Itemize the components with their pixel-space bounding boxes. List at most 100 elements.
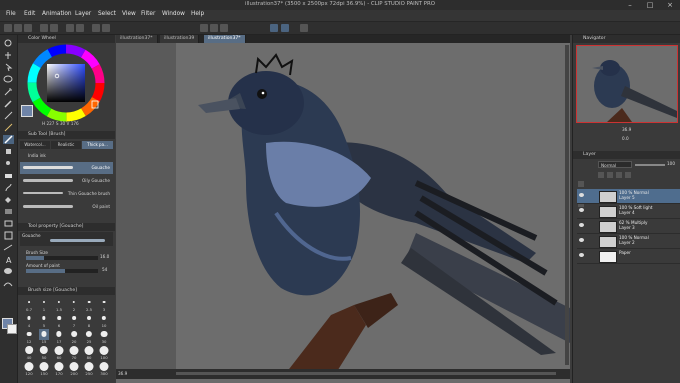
tab-thick-paint[interactable]: Thick pa... (82, 141, 113, 149)
open-file-icon[interactable] (14, 24, 22, 32)
undo-icon[interactable] (40, 24, 48, 32)
zoom-readout[interactable]: 36.9 (118, 371, 127, 376)
artwork-canvas[interactable] (116, 43, 570, 373)
layer-row[interactable]: 100 % Soft light Layer 4 (577, 204, 680, 219)
brush-size-option[interactable]: 2 (69, 297, 79, 312)
brush-size-option[interactable]: 60 (54, 345, 64, 360)
tab-illustration37-active[interactable]: illustration37* (204, 35, 246, 43)
pencil-tool-icon[interactable] (3, 123, 14, 132)
color-wheel[interactable] (26, 43, 106, 123)
redo-icon[interactable] (50, 24, 58, 32)
navigator-angle-value[interactable]: 0.0 (622, 136, 629, 141)
brush-size-option[interactable]: 6 (54, 313, 64, 328)
gradient-tool-icon[interactable] (3, 207, 14, 216)
new-file-icon[interactable] (4, 24, 12, 32)
horizontal-scrollbar[interactable] (176, 372, 556, 375)
brush-size-option[interactable]: 4 (24, 313, 34, 328)
tool-property-header[interactable]: Tool property [Gouache] (18, 223, 115, 231)
brush-size-option[interactable]: 2.5 (84, 297, 94, 312)
tab-illustration37[interactable]: illustration37* (116, 35, 158, 43)
brush-size-slider[interactable] (26, 256, 98, 260)
tab-layer[interactable]: Layer (583, 152, 596, 157)
tab-watercolor[interactable]: Watercol... (20, 141, 50, 149)
navigator-header[interactable]: Navigator (573, 35, 680, 43)
menu-select[interactable]: Select (98, 11, 116, 17)
zoom-tool-icon[interactable] (3, 39, 14, 48)
brush-size-option[interactable]: 250 (84, 361, 94, 376)
brush-size-option[interactable]: 80 (84, 345, 94, 360)
text-tool-icon[interactable]: A (3, 255, 14, 265)
menu-filter[interactable]: Filter (141, 11, 155, 17)
airbrush-tool-icon[interactable] (3, 147, 14, 156)
visibility-eye-icon[interactable] (579, 193, 584, 197)
clear-icon[interactable] (66, 24, 74, 32)
brush-size-option[interactable]: 7 (69, 313, 79, 328)
correct-line-tool-icon[interactable] (3, 279, 14, 288)
brush-size-option[interactable]: 50 (39, 345, 49, 360)
move-tool-icon[interactable] (3, 51, 14, 60)
grid-icon[interactable] (220, 24, 228, 32)
layer-row[interactable]: 100 % Normal Layer 5 (577, 189, 680, 204)
brush-size-option[interactable]: 3 (99, 297, 109, 312)
pen-tool-icon[interactable] (3, 111, 14, 120)
mask-icon[interactable] (625, 172, 631, 178)
decoration-tool-icon[interactable] (3, 159, 14, 168)
brush-size-option[interactable]: 12 (24, 329, 34, 344)
operation-tool-icon[interactable] (3, 63, 14, 72)
color-preview-main[interactable] (21, 105, 33, 117)
opacity-value[interactable]: 100 (667, 161, 675, 166)
snap-special-ruler-icon[interactable] (281, 24, 289, 32)
brush-size-option[interactable]: 70 (69, 345, 79, 360)
invert-selection-icon[interactable] (102, 24, 110, 32)
new-raster-layer-icon[interactable] (578, 181, 584, 187)
brush-size-option[interactable]: 1 (39, 297, 49, 312)
brush-size-option[interactable]: 150 (39, 361, 49, 376)
color-wheel-header[interactable]: Color Wheel (18, 35, 115, 43)
brush-size-option[interactable]: 40 (24, 345, 34, 360)
tab-realistic[interactable]: Realistic (51, 141, 81, 149)
eraser-tool-icon[interactable] (3, 171, 14, 180)
close-icon[interactable]: × (660, 0, 680, 10)
lasso-tool-icon[interactable] (3, 75, 14, 84)
transform-icon[interactable] (76, 24, 84, 32)
brush-size-option[interactable]: 100 (99, 345, 109, 360)
vertical-scrollbar[interactable] (565, 45, 569, 365)
minimize-icon[interactable]: – (620, 0, 640, 10)
opacity-slider[interactable] (635, 164, 665, 166)
blend-mode-select[interactable]: Normal (598, 161, 632, 168)
brush-size-option[interactable]: 15 (39, 329, 49, 344)
brush-size-option[interactable]: 8 (84, 313, 94, 328)
visibility-eye-icon[interactable] (579, 208, 584, 212)
menu-window[interactable]: Window (162, 11, 185, 17)
save-icon[interactable] (24, 24, 32, 32)
figure-tool-icon[interactable] (3, 219, 14, 228)
menu-animation[interactable]: Animation (42, 11, 72, 17)
eyedropper-tool-icon[interactable] (3, 99, 14, 108)
brush-size-option[interactable]: 300 (99, 361, 109, 376)
navigator-zoom-value[interactable]: 36.9 (622, 127, 631, 132)
menu-help[interactable]: Help (191, 11, 204, 17)
visibility-eye-icon[interactable] (579, 253, 584, 257)
layer-row[interactable]: 62 % Multiply Layer 3 (577, 219, 680, 234)
blend-tool-icon[interactable] (3, 183, 14, 192)
snap-icon[interactable] (200, 24, 208, 32)
brush-size-option[interactable]: 1.5 (54, 297, 64, 312)
visibility-eye-icon[interactable] (579, 223, 584, 227)
canvas-area[interactable] (116, 35, 570, 383)
brush-item-oil-paint[interactable]: Oil paint (20, 201, 113, 213)
brush-size-option[interactable]: 10 (99, 313, 109, 328)
auto-select-tool-icon[interactable] (3, 87, 14, 96)
clip-icon[interactable] (598, 172, 604, 178)
balloon-tool-icon[interactable] (3, 267, 14, 276)
menu-edit[interactable]: Edit (24, 11, 35, 17)
visibility-eye-icon[interactable] (579, 238, 584, 242)
brush-size-option[interactable]: 0.7 (24, 297, 34, 312)
layer-row[interactable]: 100 % Normal Layer 2 (577, 234, 680, 249)
reference-icon[interactable] (607, 172, 613, 178)
brush-tool-icon[interactable] (3, 135, 14, 144)
brush-item-thin-gouache[interactable]: Thin Gouache brush (20, 188, 113, 200)
brush-item-gouache[interactable]: Gouache (20, 162, 113, 174)
sub-tool-category[interactable]: India ink (28, 153, 46, 158)
brush-size-option[interactable]: 25 (84, 329, 94, 344)
menu-file[interactable]: File (6, 11, 16, 17)
